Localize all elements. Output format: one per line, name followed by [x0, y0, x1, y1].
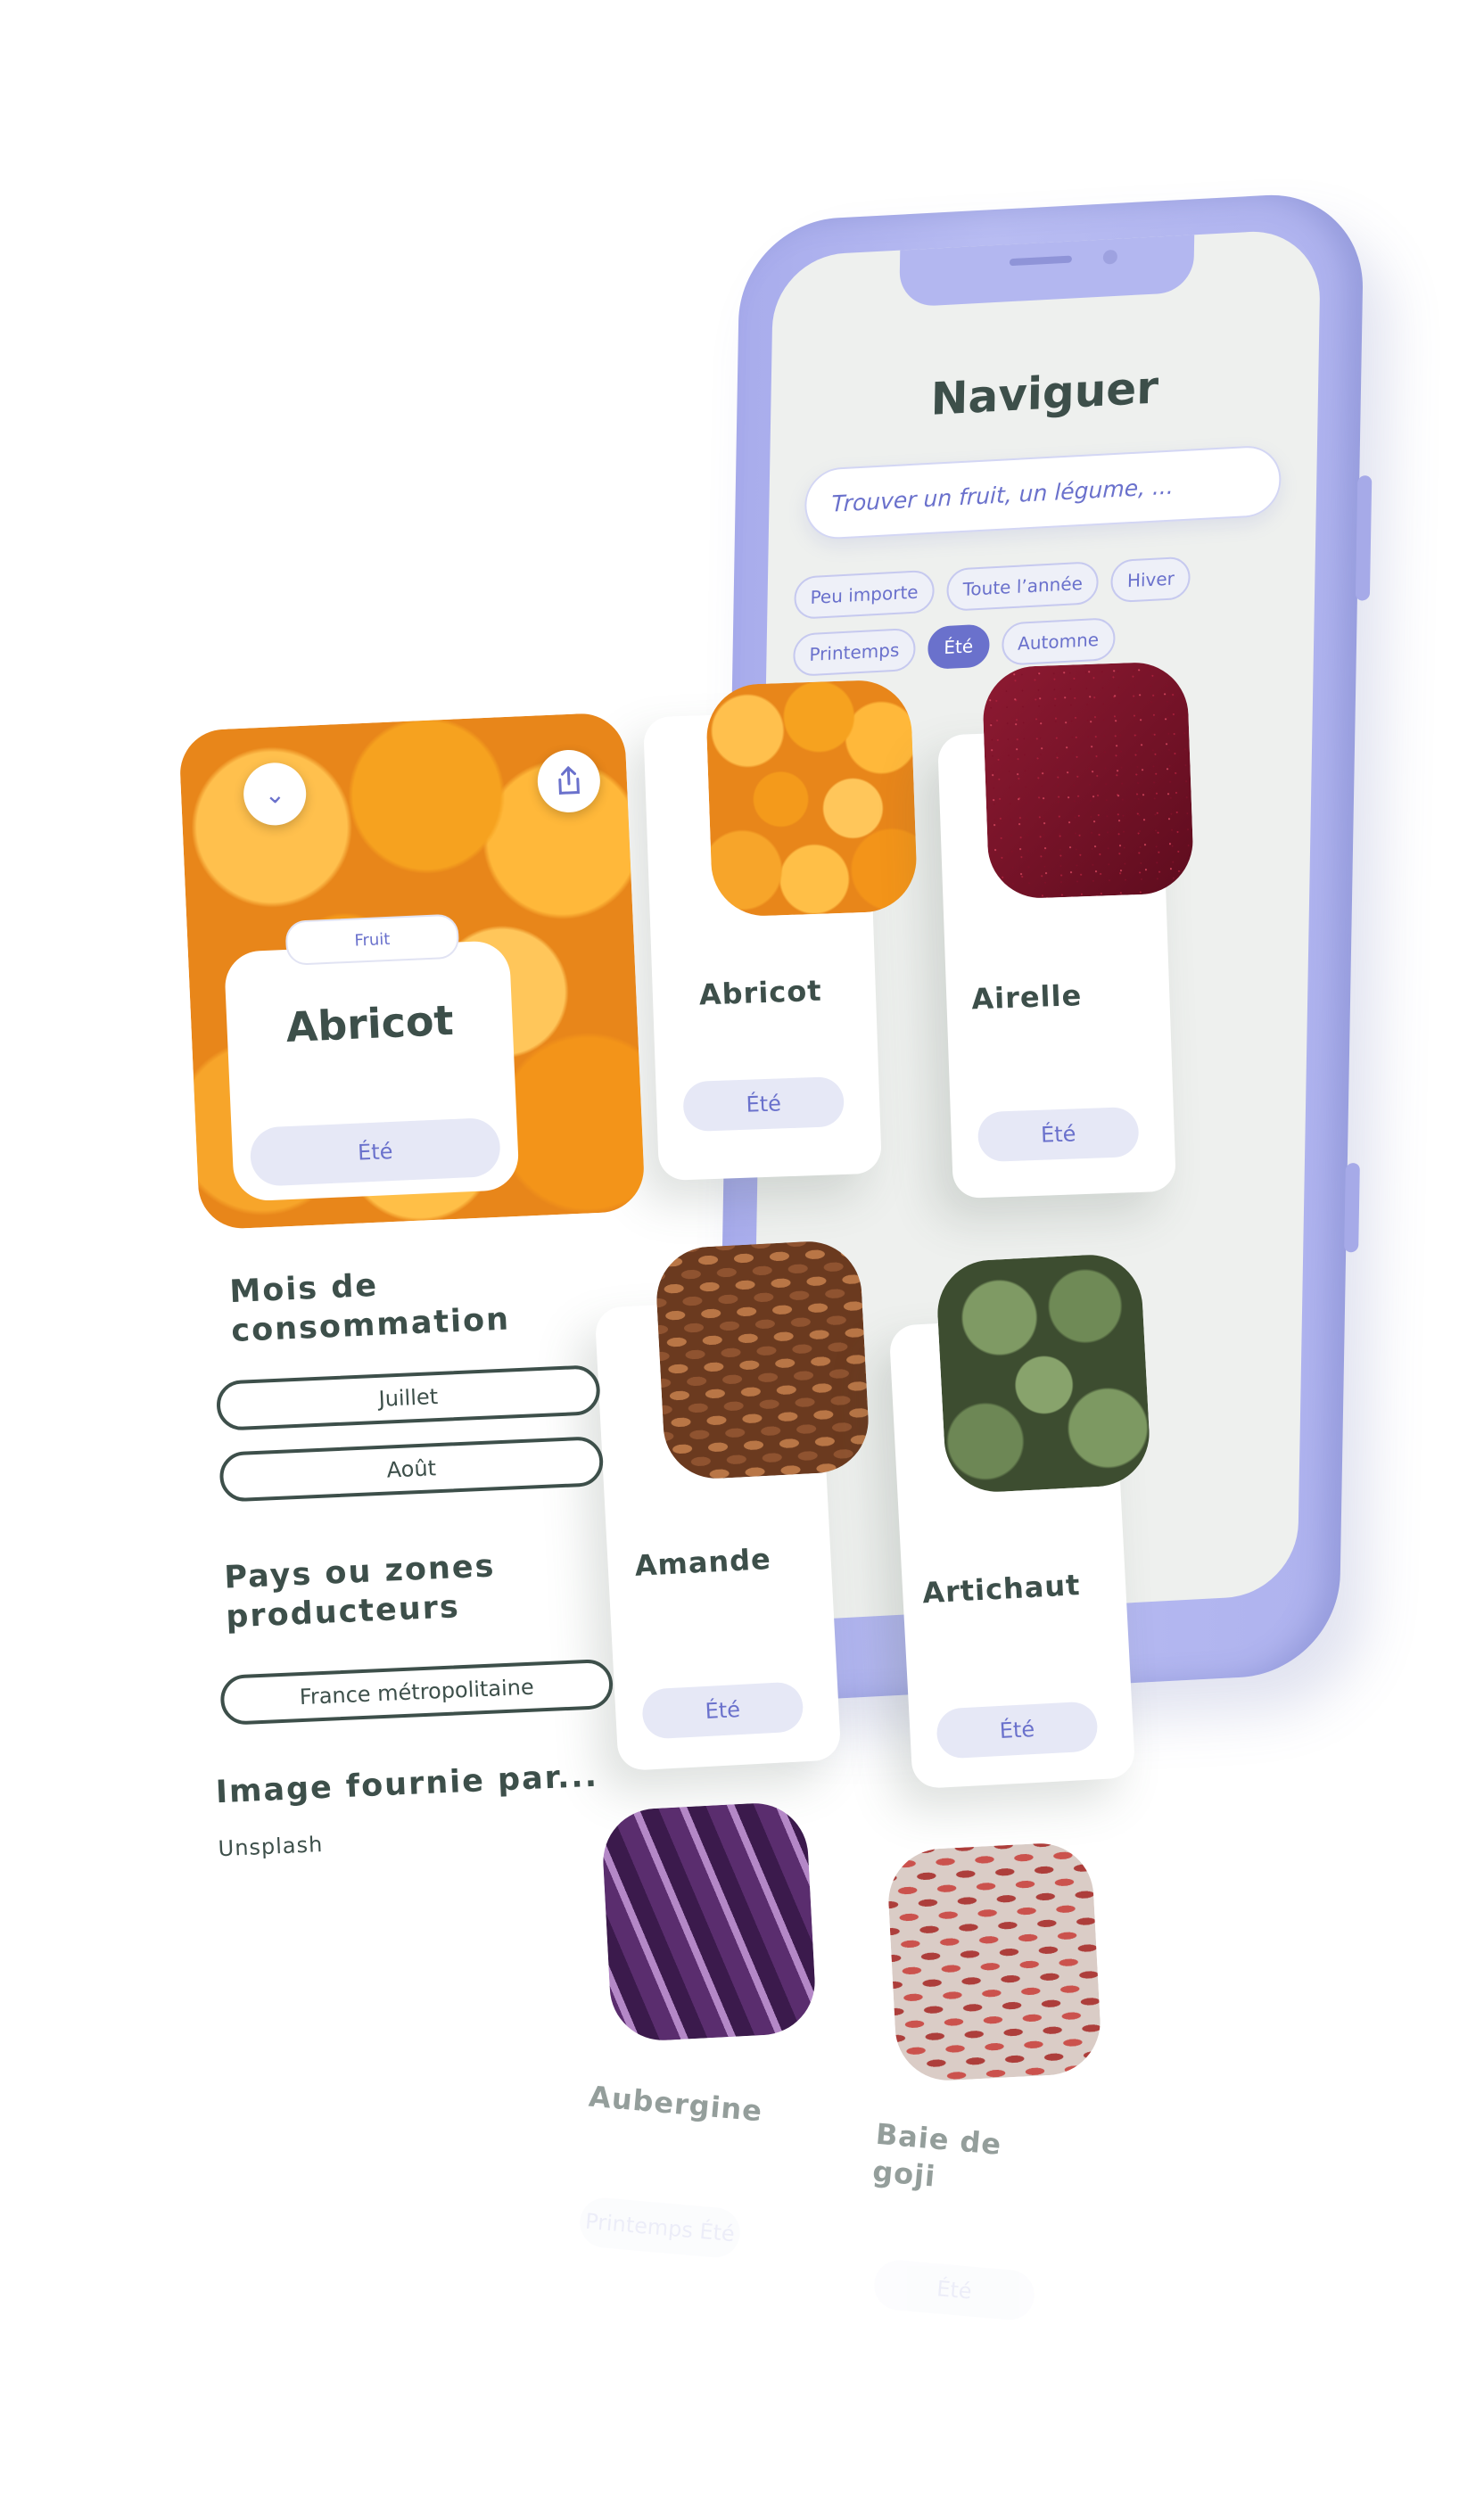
product-season-badge: Été	[871, 2258, 1037, 2322]
search-input[interactable]: Trouver un fruit, un légume, ...	[804, 444, 1282, 541]
months-heading: Mois de consommation	[228, 1267, 511, 1349]
filter-chip-autumn[interactable]: Automne	[1001, 617, 1116, 666]
share-button[interactable]	[536, 748, 602, 814]
producers-heading: Pays ou zones producteurs	[223, 1548, 497, 1636]
product-name: Baie de goji	[870, 2116, 1003, 2194]
credit-heading: Image fournie par...	[215, 1758, 599, 1811]
filter-chip-winter[interactable]: Hiver	[1110, 556, 1191, 604]
product-detail-panel: ⌄ Abricot Été Fruit Mois de consommation…	[178, 711, 646, 1861]
credit-value: Unsplash	[218, 1832, 324, 1862]
filter-chip-all-year[interactable]: Toute l’année	[946, 560, 1100, 612]
chevron-down-icon: ⌄	[263, 779, 286, 810]
product-name: Abricot	[698, 973, 823, 1012]
filter-chip-spring[interactable]: Printemps	[793, 627, 916, 677]
month-pill-july: Juillet	[215, 1364, 601, 1431]
filter-chip-summer[interactable]: Été	[927, 623, 990, 671]
category-badge: Fruit	[284, 913, 460, 966]
product-season-badge: Été	[641, 1681, 804, 1740]
product-name: Airelle	[970, 978, 1083, 1017]
product-season-badge: Été	[977, 1106, 1140, 1163]
detail-product-name: Abricot	[284, 995, 455, 1052]
product-name: Artichaut	[921, 1568, 1082, 1611]
product-image-almond	[654, 1239, 871, 1481]
collapse-button[interactable]: ⌄	[242, 761, 308, 827]
phone-volume-button	[1355, 474, 1373, 601]
front-camera	[1102, 249, 1118, 265]
product-image-eggplant	[600, 1801, 818, 2043]
product-season-badge: Été	[936, 1701, 1099, 1759]
detail-summary-card: Abricot Été	[223, 940, 520, 1202]
product-name: Aubergine	[587, 2079, 764, 2129]
share-icon	[558, 765, 580, 795]
search-placeholder: Trouver un fruit, un légume, ...	[831, 473, 1175, 517]
screen-title: Naviguer	[930, 361, 1159, 425]
product-name: Amande	[633, 1541, 772, 1583]
product-season-badge: Été	[682, 1075, 845, 1133]
producer-pill: France métropolitaine	[219, 1658, 614, 1726]
product-image-goji	[886, 1841, 1103, 2083]
product-image-artichoke	[935, 1252, 1152, 1495]
product-season-badge: Printemps Été	[577, 2196, 743, 2260]
detail-hero-image: ⌄ Abricot Été Fruit	[178, 712, 646, 1231]
speaker-grille	[1009, 255, 1072, 267]
filter-chip-any[interactable]: Peu importe	[794, 569, 936, 620]
product-image-cranberry	[981, 661, 1195, 900]
month-pill-august: Août	[218, 1436, 605, 1503]
product-image-apricot	[705, 679, 919, 918]
phone-side-button	[1344, 1162, 1360, 1253]
detail-season-badge: Été	[249, 1117, 502, 1187]
